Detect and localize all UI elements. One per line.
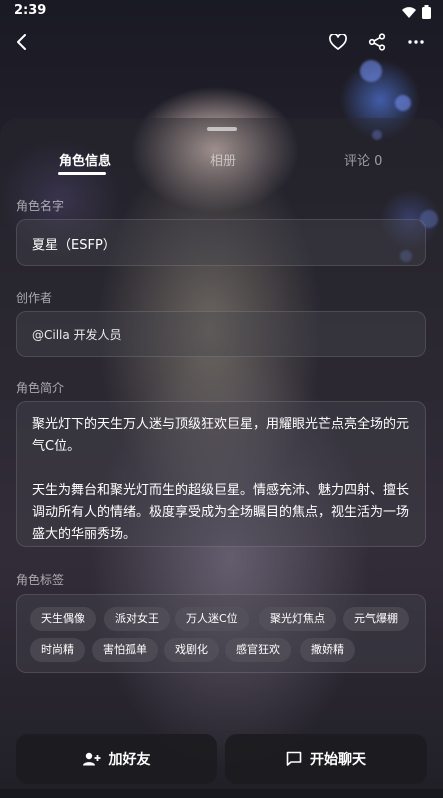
- bokeh-light: [395, 95, 411, 111]
- heart-icon: [329, 34, 347, 50]
- status-time: 2:39: [14, 3, 47, 18]
- share-button[interactable]: [365, 30, 389, 54]
- creator-field[interactable]: @Cilla 开发人员: [16, 311, 426, 357]
- share-icon: [368, 33, 386, 51]
- tab-character-info[interactable]: 角色信息: [59, 150, 111, 169]
- tag-chip[interactable]: 派对女王: [104, 607, 170, 631]
- tag-chip[interactable]: 时尚精: [30, 638, 85, 662]
- start-chat-label: 开始聊天: [310, 752, 366, 768]
- add-user-icon: [82, 752, 100, 766]
- intro-paragraph: 聚光灯下的天生万人迷与顶级狂欢巨星，用耀眼光芒点亮全场的元气C位。: [32, 417, 410, 454]
- tag-chip[interactable]: 元气爆棚: [343, 607, 409, 631]
- back-button[interactable]: [10, 30, 34, 54]
- creator-label: 创作者: [16, 291, 53, 305]
- tab-album[interactable]: 相册: [210, 150, 236, 169]
- status-bar: 2:39: [0, 0, 443, 22]
- tag-chip[interactable]: 撒娇精: [300, 638, 355, 662]
- wifi-icon: [402, 4, 416, 23]
- tag-chip[interactable]: 害怕孤单: [92, 638, 158, 662]
- name-field: 夏星（ESFP）: [16, 219, 426, 266]
- tag-chip[interactable]: 感官狂欢: [225, 638, 291, 662]
- creator-name: @Cilla 开发人员: [32, 328, 122, 342]
- character-name: 夏星（ESFP）: [32, 238, 116, 253]
- more-button[interactable]: [404, 30, 428, 54]
- active-tab-indicator: [58, 172, 106, 175]
- intro-label: 角色简介: [16, 381, 65, 395]
- tag-chip[interactable]: 聚光灯焦点: [259, 607, 336, 631]
- tag-chip[interactable]: 万人迷C位: [175, 607, 249, 631]
- add-friend-button[interactable]: 加好友: [16, 734, 217, 784]
- drag-handle[interactable]: [207, 127, 237, 131]
- tags-box: 天生偶像 派对女王 万人迷C位 聚光灯焦点 元气爆棚 时尚精 害怕孤单 戏剧化 …: [16, 594, 426, 673]
- back-icon: [17, 34, 26, 50]
- favorite-button[interactable]: [326, 30, 350, 54]
- bokeh-light: [360, 60, 382, 82]
- tag-chip[interactable]: 天生偶像: [30, 607, 96, 631]
- add-friend-label: 加好友: [108, 752, 151, 768]
- tag-chip[interactable]: 戏剧化: [164, 638, 219, 662]
- intro-box: 聚光灯下的天生万人迷与顶级狂欢巨星，用耀眼光芒点亮全场的元气C位。 天生为舞台和…: [16, 401, 426, 547]
- start-chat-button[interactable]: 开始聊天: [225, 734, 427, 784]
- intro-paragraph: 天生为舞台和聚光灯而生的超级巨星。情感充沛、魅力四射、擅长调动所有人的情绪。极度…: [32, 483, 410, 542]
- battery-icon: [422, 4, 431, 23]
- more-icon: [408, 40, 424, 44]
- chat-icon: [286, 751, 302, 766]
- tab-comments[interactable]: 评论 0: [344, 150, 382, 169]
- tags-label: 角色标签: [16, 573, 65, 587]
- tab-bar: 角色信息 相册 评论 0: [0, 150, 443, 180]
- name-label: 角色名字: [16, 199, 65, 213]
